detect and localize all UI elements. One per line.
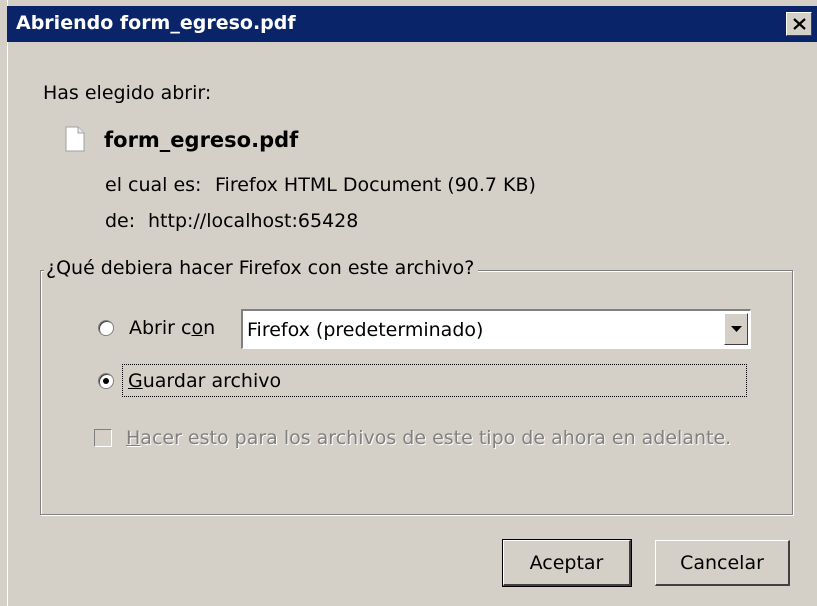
remember-label-text: acer esto para los archivos de este tipo… [140,427,732,449]
application-select-value: Firefox (predeterminado) [247,319,484,341]
cancel-button[interactable]: Cancelar [655,540,790,586]
open-with-label-text: Abrir c [129,317,192,339]
dropdown-button[interactable] [724,313,748,345]
window-left-edge [0,0,8,606]
remember-choice-checkbox[interactable] [94,429,112,447]
dialog-title: Abriendo form_egreso.pdf [16,12,296,34]
file-type-label: el cual es: [105,174,202,196]
title-bar[interactable]: Abriendo form_egreso.pdf [7,6,817,42]
close-button[interactable] [786,12,812,36]
open-with-access-key: o [191,317,204,339]
file-source-label: de: [105,210,136,232]
remember-access-key: H [126,427,141,449]
open-with-radio[interactable] [98,320,114,336]
chevron-down-icon [731,326,742,332]
action-group-legend: ¿Qué debiera hacer Firefox con este arch… [44,257,479,279]
file-name: form_egreso.pdf [104,128,299,152]
save-file-access-key: G [128,370,143,392]
radio-selected-dot [103,378,109,384]
open-with-label[interactable]: Abrir con [129,317,215,339]
file-source-value: http://localhost:65428 [148,210,359,232]
ok-button[interactable]: Aceptar [502,539,632,587]
document-icon [65,126,85,152]
remember-choice-label[interactable]: Hacer esto para los archivos de este tip… [126,427,731,449]
application-select[interactable]: Firefox (predeterminado) [241,309,751,349]
intro-label: Has elegido abrir: [43,82,212,104]
save-file-label[interactable]: Guardar archivo [128,370,281,392]
close-icon [793,18,806,30]
open-file-dialog: Abriendo form_egreso.pdf Has elegido abr… [0,0,817,606]
file-type-value: Firefox HTML Document (90.7 KB) [215,174,536,196]
save-file-radio[interactable] [98,373,114,389]
save-file-label-text: uardar archivo [142,370,282,392]
open-with-label-text-end: n [203,317,216,339]
